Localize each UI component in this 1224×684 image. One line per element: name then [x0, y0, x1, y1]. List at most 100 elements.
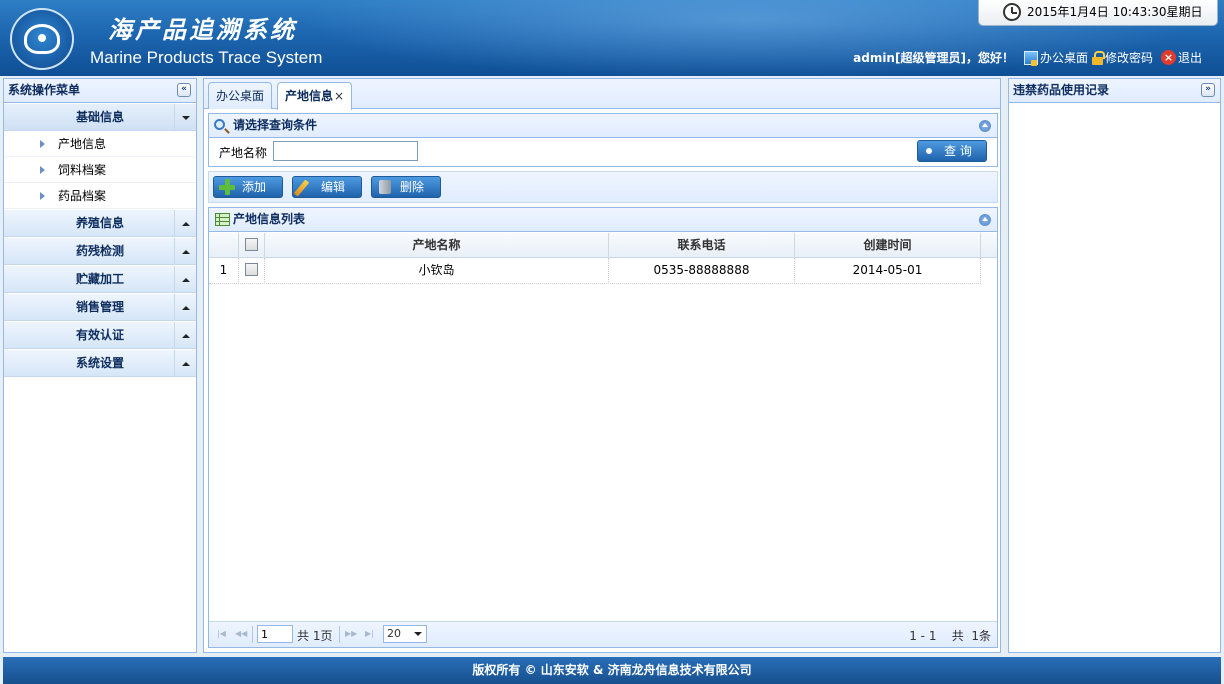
query-row: 产地名称 查 询 [209, 138, 997, 167]
footer: 版权所有 © 山东安软 & 济南龙舟信息技术有限公司 [3, 657, 1221, 684]
menu-group-storage-processing[interactable]: 贮藏加工 [4, 265, 196, 293]
menu-group-label: 养殖信息 [75, 216, 124, 230]
sidebar-collapse-button[interactable]: « [177, 83, 191, 97]
datetime-text: 2015年1月4日 10:43:30星期日 [1027, 5, 1203, 19]
sidebar-item-feed-archive[interactable]: 饲料档案 [4, 157, 196, 183]
edit-button[interactable]: 编辑 [292, 176, 362, 198]
delete-button-label: 删除 [400, 180, 425, 194]
chevron-down-icon[interactable] [174, 104, 196, 131]
edit-button-label: 编辑 [321, 180, 346, 194]
logout-link[interactable]: × 退出 [1160, 49, 1202, 66]
change-password-link[interactable]: 修改密码 [1091, 49, 1153, 66]
page-size-value: 20 [387, 627, 401, 640]
select-all-checkbox[interactable] [245, 238, 258, 251]
chevron-up-icon[interactable] [174, 350, 196, 377]
pager-divider [339, 626, 340, 643]
sidebar-header: 系统操作菜单 « [4, 79, 196, 103]
cell-phone: 0535-88888888 [609, 258, 795, 284]
total-pages-text: 共 1页 [297, 629, 333, 643]
grid-icon [215, 213, 230, 226]
menu-group-label: 药残检测 [75, 244, 124, 258]
tab-desktop[interactable]: 办公桌面 [208, 82, 273, 109]
right-panel-title: 违禁药品使用记录 [1013, 83, 1110, 97]
last-page-icon[interactable]: ▶| [365, 630, 375, 638]
menu-group-certification[interactable]: 有效认证 [4, 321, 196, 349]
user-bar: admin[超级管理员]，您好！ 办公桌面 修改密码 × 退出 [853, 49, 1202, 66]
chevron-up-icon[interactable] [174, 294, 196, 321]
lock-icon [1091, 50, 1105, 65]
action-toolbar: 添加 编辑 删除 [208, 171, 998, 203]
right-panel-header: 违禁药品使用记录 » [1009, 79, 1220, 103]
pagination-bar: |◀ ◀◀ 共 1页 ▶▶ ▶| 20 1 - 1 共 1条 [209, 621, 997, 647]
sidebar-item-label: 饲料档案 [58, 163, 107, 177]
chevron-up-icon[interactable] [174, 238, 196, 265]
menu-group-basic-info[interactable]: 基础信息 [4, 103, 196, 131]
page-number-input[interactable] [257, 625, 293, 643]
trash-icon [379, 180, 391, 194]
row-select-cell [239, 258, 265, 284]
menu-group-label: 基础信息 [75, 110, 124, 124]
menu-group-sales[interactable]: 销售管理 [4, 293, 196, 321]
collapse-icon[interactable] [979, 120, 991, 132]
logo [10, 8, 74, 70]
row-number-header [209, 233, 239, 258]
column-header[interactable]: 创建时间 [795, 233, 981, 258]
app-header: 海产品追溯系统 Marine Products Trace System 201… [0, 0, 1224, 76]
menu-group-residue-testing[interactable]: 药残检测 [4, 237, 196, 265]
tab-origin-info[interactable]: 产地信息× [277, 82, 353, 110]
pager-summary: 1 - 1 共 1条 [909, 629, 991, 643]
tab-close-icon[interactable]: × [334, 89, 344, 103]
triangle-right-icon [40, 192, 45, 200]
table-header: 产地名称 联系电话 创建时间 [209, 233, 997, 258]
menu-group-farming-info[interactable]: 养殖信息 [4, 209, 196, 237]
delete-button[interactable]: 删除 [371, 176, 441, 198]
collapse-icon[interactable] [979, 214, 991, 226]
list-panel: 产地信息列表 产地名称 联系电话 创建时间 1 小钦岛 0535-8888888… [208, 207, 998, 648]
search-button-label: 查 询 [944, 144, 972, 158]
sidebar-item-origin-info[interactable]: 产地信息 [4, 131, 196, 157]
main-content: 办公桌面 产地信息× 请选择查询条件 产地名称 查 询 添加 编辑 删除 产地信… [203, 78, 1001, 653]
menu-group-label: 系统设置 [75, 356, 124, 370]
sidebar: 系统操作菜单 « 基础信息 产地信息 饲料档案 药品档案 养殖信息 药残检测 贮… [3, 78, 197, 653]
add-button[interactable]: 添加 [213, 176, 283, 198]
plus-icon [219, 179, 235, 195]
query-panel: 请选择查询条件 产地名称 查 询 [208, 113, 998, 167]
desktop-icon [1023, 50, 1038, 66]
search-button[interactable]: 查 询 [917, 140, 987, 162]
close-icon: × [1160, 50, 1176, 65]
table-row[interactable]: 1 小钦岛 0535-88888888 2014-05-01 [209, 258, 981, 284]
first-page-icon[interactable]: |◀ [217, 630, 227, 638]
logout-label: 退出 [1177, 51, 1202, 65]
cell-origin-name: 小钦岛 [265, 258, 609, 284]
right-panel-expand-button[interactable]: » [1201, 83, 1215, 97]
list-panel-title: 产地信息列表 [233, 212, 306, 226]
right-panel: 违禁药品使用记录 » [1008, 78, 1221, 653]
chevron-up-icon[interactable] [174, 322, 196, 349]
origin-name-input[interactable] [273, 141, 418, 161]
page-size-select[interactable]: 20 [383, 625, 427, 643]
pager-divider [252, 626, 253, 643]
chevron-up-icon[interactable] [174, 210, 196, 237]
prev-page-icon[interactable]: ◀◀ [235, 630, 247, 638]
sidebar-item-label: 药品档案 [58, 189, 107, 203]
chevron-up-icon[interactable] [174, 266, 196, 293]
tab-label: 产地信息 [285, 89, 334, 103]
query-panel-title: 请选择查询条件 [233, 118, 318, 132]
sidebar-title: 系统操作菜单 [8, 83, 81, 97]
triangle-right-icon [40, 140, 45, 148]
welcome-text: admin[超级管理员]，您好！ [853, 51, 1014, 65]
menu-group-system-settings[interactable]: 系统设置 [4, 349, 196, 377]
clock-icon [1003, 3, 1021, 21]
list-panel-header: 产地信息列表 [209, 208, 997, 232]
select-all-cell [239, 233, 265, 258]
sidebar-item-drug-archive[interactable]: 药品档案 [4, 183, 196, 209]
column-header[interactable]: 产地名称 [265, 233, 609, 258]
column-header[interactable]: 联系电话 [609, 233, 795, 258]
datetime-display: 2015年1月4日 10:43:30星期日 [978, 0, 1218, 26]
next-page-icon[interactable]: ▶▶ [345, 630, 357, 638]
row-number: 1 [209, 258, 239, 284]
row-checkbox[interactable] [245, 263, 258, 276]
desktop-link[interactable]: 办公桌面 [1023, 49, 1088, 66]
origin-name-label: 产地名称 [219, 146, 268, 160]
tab-label: 办公桌面 [216, 89, 265, 103]
